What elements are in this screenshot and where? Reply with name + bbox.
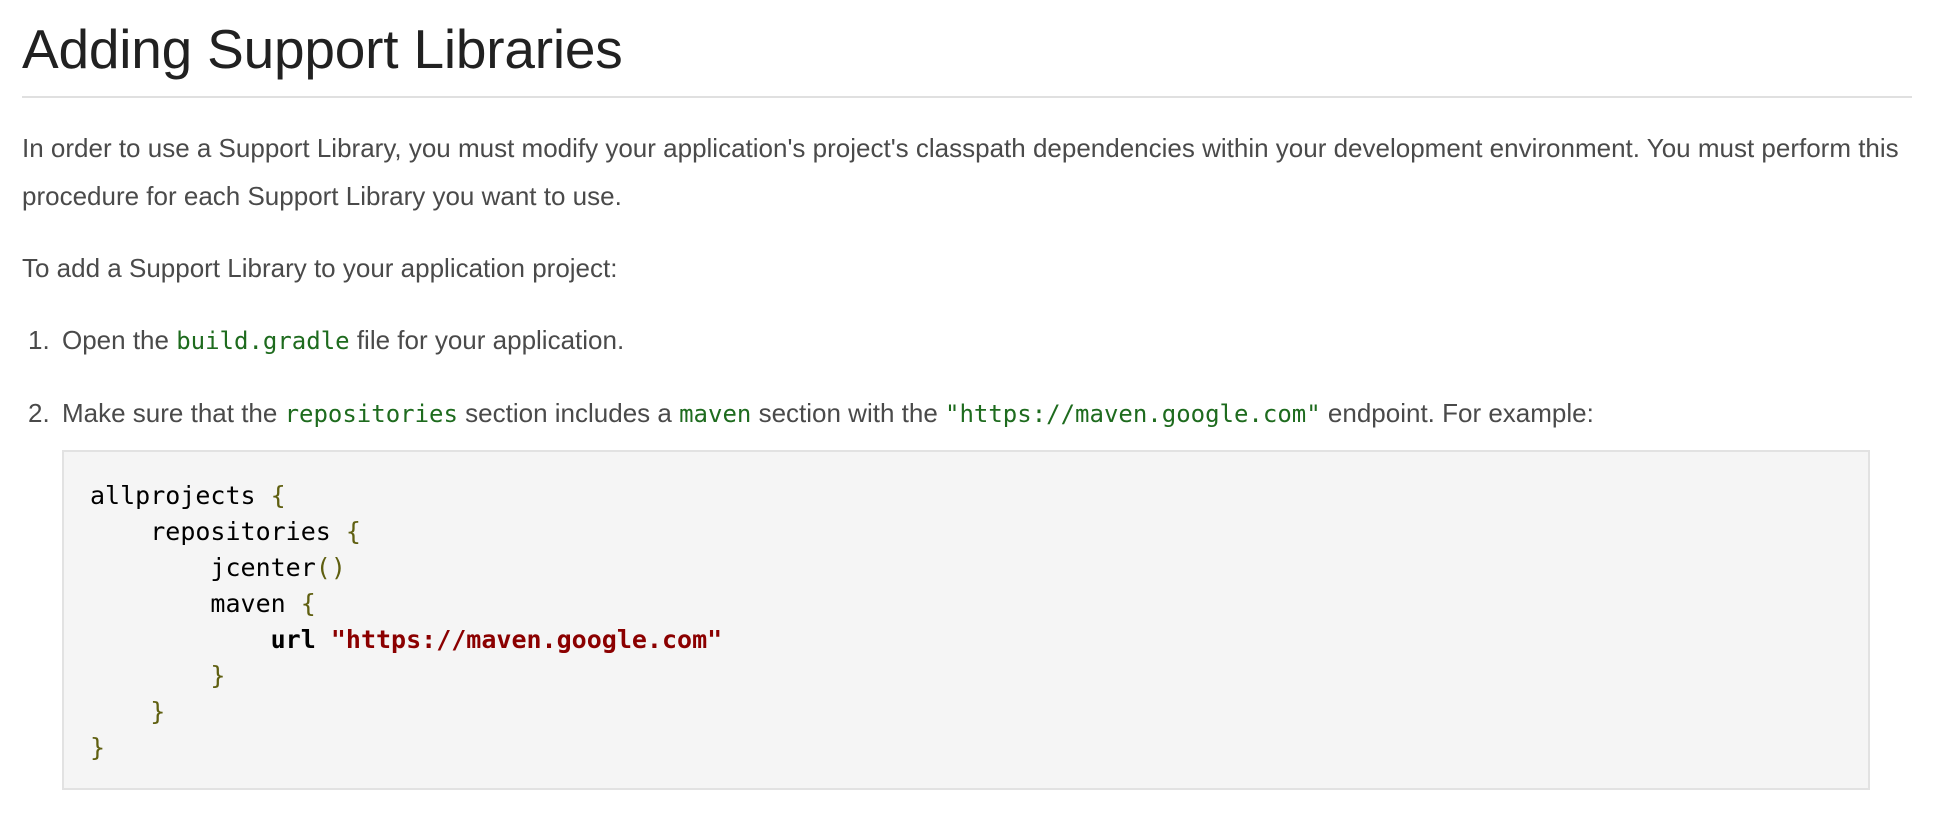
list-item: 2. Make sure that the repositories sectio… xyxy=(22,389,1912,438)
step-text: file for your application. xyxy=(349,325,625,355)
lead-paragraph: To add a Support Library to your applica… xyxy=(22,253,618,283)
code-punctuation: { xyxy=(300,589,316,618)
inline-code: repositories xyxy=(284,400,458,428)
step-text: endpoint. For example: xyxy=(1320,398,1594,428)
heading-divider xyxy=(22,96,1912,98)
step-text: Make sure that the xyxy=(62,398,285,428)
step-number: 1. xyxy=(28,325,50,355)
code-string: "https://maven.google.com" xyxy=(330,625,723,654)
code-keyword: url xyxy=(270,625,316,654)
code-punctuation: { xyxy=(345,517,361,546)
inline-code: build.gradle xyxy=(176,327,350,355)
code-punctuation: } xyxy=(210,661,226,690)
step-number: 2. xyxy=(28,398,50,428)
step-text: section with the xyxy=(751,398,945,428)
inline-code: "https://maven.google.com" xyxy=(945,400,1321,428)
article: Adding Support Libraries In order to use… xyxy=(22,0,1912,790)
code-token: allprojects xyxy=(90,481,256,510)
inline-code: maven xyxy=(679,400,752,428)
code-punctuation: } xyxy=(90,733,106,762)
list-item: 1. Open the build.gradle file for your ap… xyxy=(22,316,1912,365)
code-listing: allprojects { repositories { jcenter() m… xyxy=(90,478,722,766)
code-punctuation: { xyxy=(270,481,286,510)
page-title: Adding Support Libraries xyxy=(22,18,623,80)
steps-list: 1. Open the build.gradle file for your ap… xyxy=(22,316,1912,438)
code-token: repositories xyxy=(150,517,331,546)
intro-paragraph: In order to use a Support Library, you m… xyxy=(22,133,1899,211)
code-block: allprojects { repositories { jcenter() m… xyxy=(62,450,1870,790)
step-text: Open the xyxy=(62,325,177,355)
code-token: maven xyxy=(210,589,286,618)
code-punctuation: } xyxy=(150,697,166,726)
code-punctuation: () xyxy=(315,553,346,582)
code-token: jcenter xyxy=(210,553,316,582)
step-text: section includes a xyxy=(457,398,680,428)
